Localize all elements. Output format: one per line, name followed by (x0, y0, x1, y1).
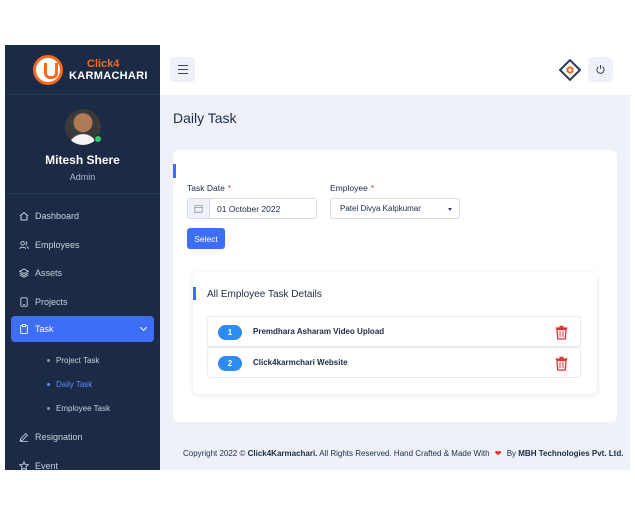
tablet-icon (19, 297, 29, 307)
card-accent (193, 287, 196, 300)
logo-text-bottom: KARMACHARI (69, 69, 148, 82)
sidebar-item-label: Employees (35, 239, 80, 250)
bullet-icon (47, 406, 50, 410)
sidebar-item-dashboard[interactable]: Dashboard (5, 202, 160, 231)
sidebar-item-assets[interactable]: Assets (5, 259, 160, 288)
bullet-icon (47, 382, 50, 386)
layers-icon (19, 268, 29, 279)
delete-task-button[interactable] (555, 325, 568, 340)
sidebar-item-label: Event (35, 460, 59, 470)
task-row[interactable]: 1 Premdhara Asharam Video Upload (207, 316, 581, 347)
footer-brand-link[interactable]: Click4Karmachari. (248, 449, 318, 458)
logo-icon (33, 54, 63, 85)
sidebar-item-label: Dashboard (35, 211, 80, 222)
sidebar-item-resignation[interactable]: Resignation (5, 423, 160, 452)
sidebar-item-label: Task (35, 324, 54, 334)
sidebar-subitem-daily-task[interactable]: Daily Task (5, 372, 160, 396)
app-brand-icon[interactable] (558, 58, 582, 82)
footer: Copyright 2022 © Click4Karmachari. All R… (183, 449, 624, 458)
employee-select[interactable]: Patel Divya Kalpkumar (330, 198, 460, 219)
trash-icon (555, 325, 568, 340)
task-number-badge: 1 (218, 325, 242, 340)
task-date-label: Task Date * (187, 183, 232, 193)
logo-text-top: Click4 (87, 57, 120, 70)
chevron-down-icon (139, 323, 148, 332)
task-details-card: All Employee Task Details 1 Premdhara As… (193, 272, 597, 394)
sidebar-item-task[interactable]: Task (11, 316, 154, 342)
employee-select-value: Patel Divya Kalpkumar (340, 204, 421, 213)
logout-button[interactable] (588, 57, 613, 82)
avatar[interactable] (64, 109, 102, 145)
sidebar-item-projects[interactable]: Projects (5, 288, 160, 317)
page-title: Daily Task (173, 110, 237, 126)
task-details-title: All Employee Task Details (207, 289, 322, 300)
star-icon (19, 460, 29, 470)
online-status-icon (93, 135, 102, 143)
sidebar-item-employees[interactable]: Employees (5, 231, 160, 260)
profile-role: Admin (69, 172, 96, 182)
app-window: Click4 KARMACHARI Mitesh Shere Admin Das… (5, 45, 630, 470)
sidebar-item-label: Resignation (35, 432, 83, 443)
select-button[interactable]: Select (187, 228, 225, 249)
sidebar-item-label: Assets (35, 268, 63, 279)
sidebar: Click4 KARMACHARI Mitesh Shere Admin Das… (5, 45, 160, 470)
hamburger-icon (177, 64, 188, 67)
clipboard-icon (19, 324, 29, 334)
task-number-badge: 2 (218, 356, 242, 371)
sidebar-subitem-project-task[interactable]: Project Task (5, 348, 160, 372)
task-row[interactable]: 2 Click4karmchari Website (207, 347, 581, 378)
employee-label: Employee * (330, 183, 375, 193)
calendar-icon (188, 199, 210, 218)
bullet-icon (47, 358, 50, 362)
daily-task-card: Task Date * 01 October 2022 Employee * Pat… (173, 150, 617, 422)
task-date-value: 01 October 2022 (217, 204, 281, 214)
card-accent (173, 164, 176, 178)
task-name: Premdhara Asharam Video Upload (253, 327, 385, 336)
task-date-input[interactable]: 01 October 2022 (187, 198, 317, 219)
sidebar-item-label: Projects (35, 296, 68, 307)
sidebar-nav: Dashboard Employees Assets Projects Task… (5, 194, 160, 470)
caret-down-icon (448, 208, 452, 211)
user-profile: Mitesh Shere Admin (5, 95, 160, 194)
sidebar-subitem-employee-task[interactable]: Employee Task (5, 396, 160, 420)
trash-icon (555, 356, 568, 371)
profile-name: Mitesh Shere (45, 153, 120, 167)
home-icon (19, 211, 29, 221)
logo[interactable]: Click4 KARMACHARI (5, 45, 160, 95)
users-icon (19, 240, 29, 250)
task-name: Click4karmchari Website (253, 358, 348, 367)
power-icon (596, 65, 605, 74)
sidebar-item-event[interactable]: Event (5, 452, 160, 470)
menu-toggle-button[interactable] (170, 57, 195, 82)
pen-icon (19, 432, 29, 443)
delete-task-button[interactable] (555, 356, 568, 371)
footer-company-link[interactable]: MBH Technologies Pvt. Ltd. (518, 449, 623, 458)
top-bar (160, 45, 630, 95)
heart-icon: ❤ (494, 449, 502, 458)
